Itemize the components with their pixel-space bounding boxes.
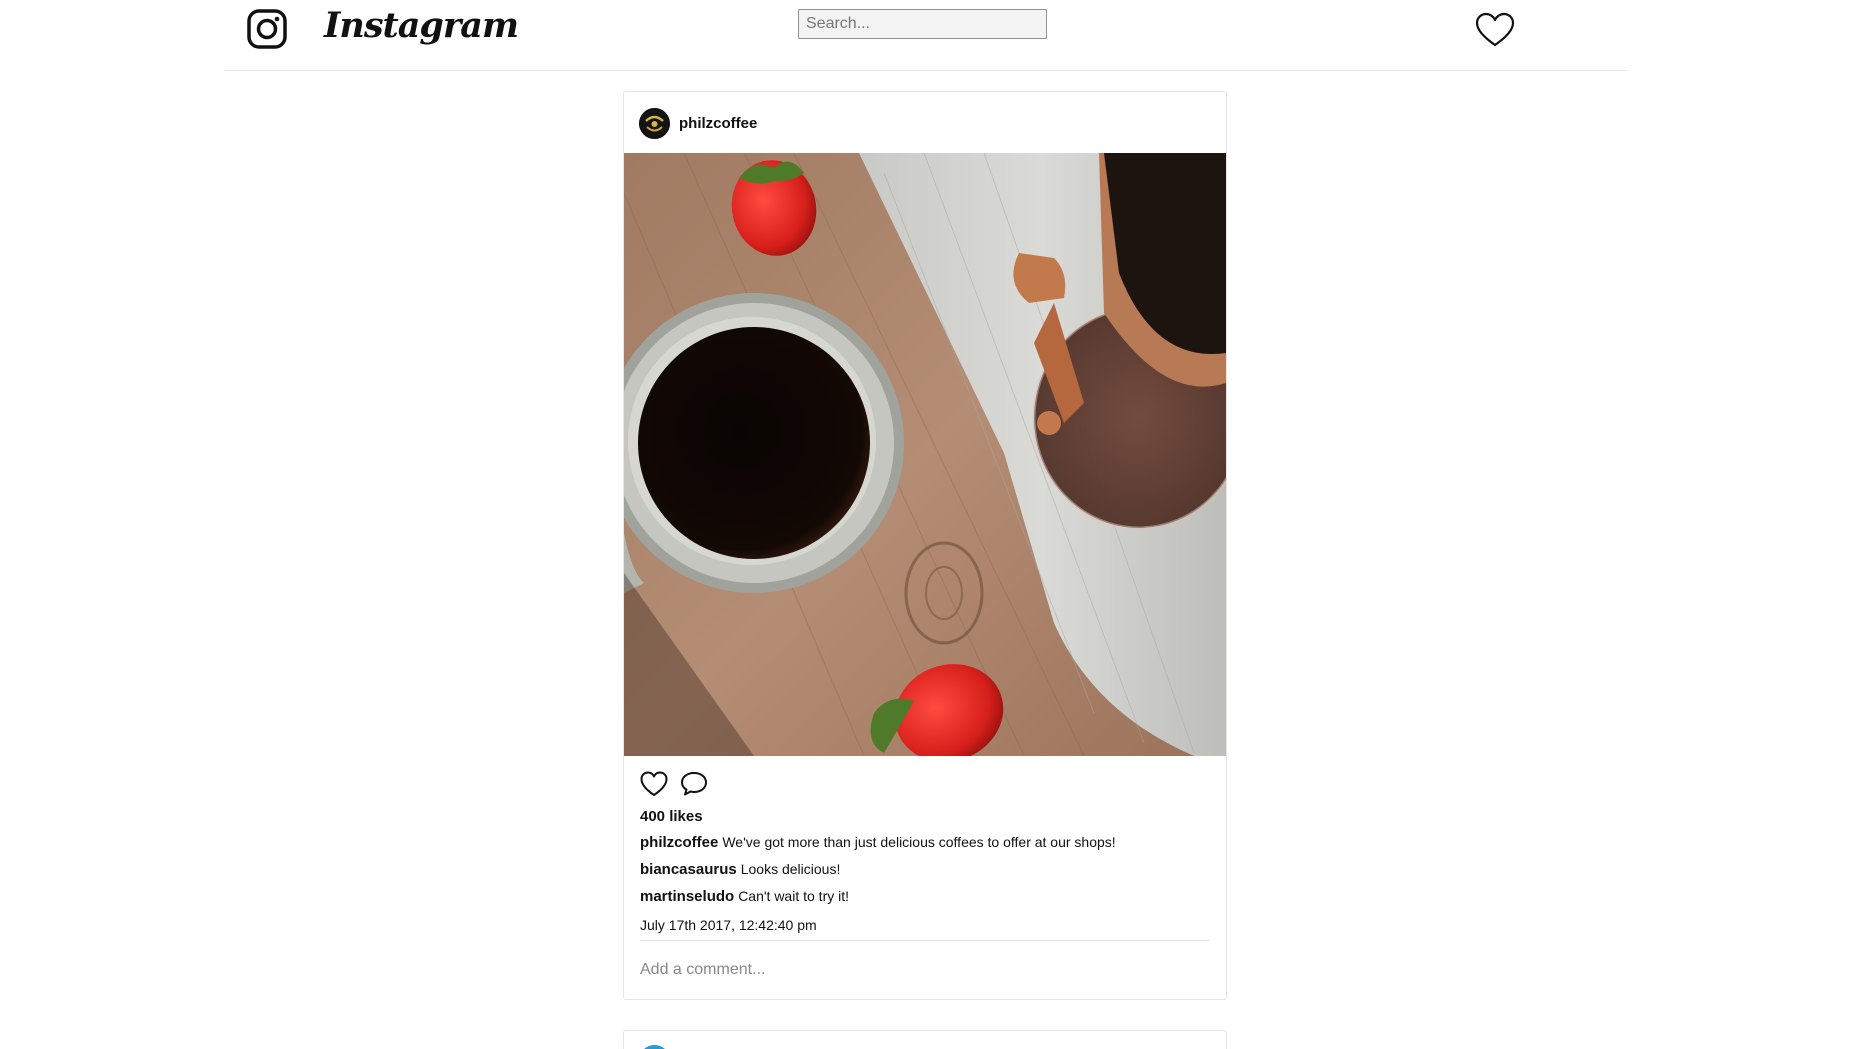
add-comment-input[interactable] (640, 954, 1200, 986)
divider (640, 940, 1210, 941)
comment-text: Can't wait to try it! (738, 888, 850, 904)
comment-username[interactable]: martinseludo (640, 888, 734, 905)
comment-username[interactable]: biancasaurus (640, 861, 737, 878)
comment-username[interactable]: philzcoffee (640, 834, 718, 851)
philz-logo-icon (639, 108, 670, 139)
post-card: philzcoffee 400 likes philzcoffee We've … (623, 91, 1227, 1000)
comment-bubble-icon[interactable] (679, 769, 709, 799)
avatar[interactable] (639, 108, 670, 139)
post-photo[interactable] (624, 153, 1226, 756)
next-post-card (623, 1030, 1227, 1049)
top-nav-bar: Instagram (224, 0, 1627, 71)
instagram-camera-icon[interactable] (246, 8, 288, 50)
comment-item: philzcoffee We've got more than just deli… (640, 834, 1116, 851)
comment-item: biancasaurus Looks delicious! (640, 861, 840, 878)
like-heart-icon[interactable] (639, 769, 669, 799)
avatar[interactable] (639, 1045, 670, 1049)
instagram-wordmark[interactable]: Instagram (324, 2, 519, 50)
heart-outline-icon[interactable] (1474, 12, 1516, 48)
post-header: philzcoffee (624, 92, 1226, 153)
post-timestamp: July 17th 2017, 12:42:40 pm (640, 917, 817, 933)
instagram-feed-page: Instagram philzcoffee (0, 0, 1865, 1049)
post-username[interactable]: philzcoffee (679, 115, 757, 132)
coffee-photo-image (624, 153, 1226, 756)
comment-text: Looks delicious! (740, 861, 841, 877)
comment-text: We've got more than just delicious coffe… (722, 834, 1116, 850)
likes-count[interactable]: 400 likes (640, 808, 703, 825)
comment-item: martinseludo Can't wait to try it! (640, 888, 849, 905)
search-input[interactable] (798, 9, 1047, 39)
